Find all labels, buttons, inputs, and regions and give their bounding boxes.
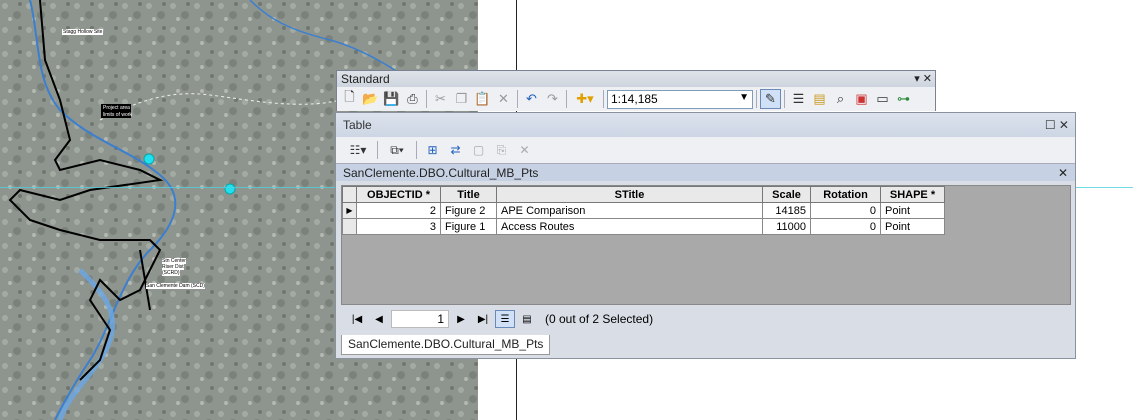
toolbar-window-controls[interactable]: ▾ ✕ xyxy=(914,71,932,87)
map-label-limits: limits of work xyxy=(103,112,132,118)
arcmap-window: Stagg Hollow Site Project area limits of… xyxy=(0,0,1133,420)
table-of-contents-icon[interactable]: ☰ xyxy=(788,89,809,109)
cell-scale[interactable]: 14185 xyxy=(762,202,811,219)
next-record-icon[interactable]: ▶ xyxy=(451,314,471,325)
last-record-icon[interactable]: ▶| xyxy=(473,314,493,325)
table-window-controls[interactable]: ☐ ✕ xyxy=(1045,113,1069,137)
toolbar-separator xyxy=(784,90,785,108)
close-icon[interactable]: ✕ xyxy=(1058,164,1068,182)
cell-title[interactable]: Figure 2 xyxy=(440,202,497,219)
attribute-table: OBJECTID * Title STitle Scale Rotation S… xyxy=(342,186,945,235)
standard-toolbar-buttons: 🗋 📂 💾 ⎙ ✂ ❐ 📋 ✕ ↶ ↷ ✚▾ 1:14,185 ▼ ✎ ☰ ▤ xyxy=(337,87,935,111)
cell-shape[interactable]: Point xyxy=(880,218,945,235)
toolbar-separator xyxy=(416,141,417,159)
column-header-shape[interactable]: SHAPE * xyxy=(880,186,945,203)
cell-rotation[interactable]: 0 xyxy=(810,202,881,219)
table-tab-header: SanClemente.DBO.Cultural_MB_Pts ✕ xyxy=(336,163,1075,181)
cell-rotation[interactable]: 0 xyxy=(810,218,881,235)
map-scale-combo[interactable]: 1:14,185 ▼ xyxy=(607,89,753,109)
new-document-icon[interactable]: 🗋 xyxy=(339,89,360,109)
show-all-records-icon[interactable]: ☰ xyxy=(495,310,515,328)
editor-toolbar-icon[interactable]: ✎ xyxy=(760,89,781,109)
select-by-attributes-icon[interactable]: ⊞ xyxy=(422,140,443,160)
toolbar-separator xyxy=(377,141,378,159)
row-selector-header[interactable] xyxy=(342,186,357,203)
add-data-icon[interactable]: ✚▾ xyxy=(570,89,600,109)
first-record-icon[interactable]: |◀ xyxy=(347,314,367,325)
map-scale-value: 1:14,185 xyxy=(611,92,658,106)
switch-selection-icon[interactable]: ⇄ xyxy=(445,140,466,160)
selection-status: (0 out of 2 Selected) xyxy=(545,312,654,326)
save-icon[interactable]: 💾 xyxy=(381,89,402,109)
cell-shape[interactable]: Point xyxy=(880,202,945,219)
table-row[interactable]: 3 Figure 1 Access Routes 11000 0 Point xyxy=(342,218,945,235)
table-window-title-bar[interactable]: Table ☐ ✕ xyxy=(336,113,1075,137)
clear-selection-icon[interactable]: ▢ xyxy=(468,140,489,160)
redo-icon[interactable]: ↷ xyxy=(542,89,563,109)
map-label-scrd: (SCRD) xyxy=(162,270,180,276)
standard-toolbar: Standard ▾ ✕ 🗋 📂 💾 ⎙ ✂ ❐ 📋 ✕ ↶ ↷ ✚▾ 1:14… xyxy=(336,70,936,111)
cell-objectid[interactable]: 3 xyxy=(356,218,441,235)
catalog-icon[interactable]: ▤ xyxy=(809,89,830,109)
undo-icon[interactable]: ↶ xyxy=(521,89,542,109)
toolbar-title-text: Standard xyxy=(341,72,390,86)
current-record-input[interactable]: 1 xyxy=(391,310,449,328)
cell-scale[interactable]: 11000 xyxy=(762,218,811,235)
column-header-objectid[interactable]: OBJECTID * xyxy=(356,186,441,203)
table-window-title: Table xyxy=(343,118,372,132)
delete-icon[interactable]: ✕ xyxy=(514,140,535,160)
chevron-down-icon[interactable]: ▼ xyxy=(739,92,749,103)
cell-stitle[interactable]: Access Routes xyxy=(496,218,763,235)
column-header-stitle[interactable]: STitle xyxy=(496,186,763,203)
table-header-row: OBJECTID * Title STitle Scale Rotation S… xyxy=(342,186,945,203)
row-selector[interactable] xyxy=(342,218,357,235)
search-window-icon[interactable]: ⌕ xyxy=(830,89,851,109)
column-header-scale[interactable]: Scale xyxy=(762,186,811,203)
open-folder-icon[interactable]: 📂 xyxy=(360,89,381,109)
cell-title[interactable]: Figure 1 xyxy=(440,218,497,235)
map-label-project-area: Project area xyxy=(103,105,130,111)
standard-toolbar-title[interactable]: Standard ▾ ✕ xyxy=(337,71,935,87)
toolbar-separator xyxy=(426,90,427,108)
toolbar-separator xyxy=(566,90,567,108)
previous-record-icon[interactable]: ◀ xyxy=(369,314,389,325)
cell-objectid[interactable]: 2 xyxy=(356,202,441,219)
table-toolbar: ☷▾ ⧉▾ ⊞ ⇄ ▢ ⎘ ✕ xyxy=(336,137,1075,163)
paste-icon[interactable]: 📋 xyxy=(472,89,493,109)
arctoolbox-icon[interactable]: ▣ xyxy=(851,89,872,109)
attribute-table-area[interactable]: OBJECTID * Title STitle Scale Rotation S… xyxy=(341,185,1071,305)
toolbar-separator xyxy=(517,90,518,108)
delete-selected-icon[interactable]: ⎘ xyxy=(491,140,512,160)
cell-stitle[interactable]: APE Comparison xyxy=(496,202,763,219)
related-tables-icon[interactable]: ⧉▾ xyxy=(383,140,411,160)
toolbar-separator xyxy=(756,90,757,108)
row-selector-current-icon[interactable]: ▶ xyxy=(342,202,357,219)
print-icon[interactable]: ⎙ xyxy=(402,89,423,109)
model-builder-icon[interactable]: ⊶ xyxy=(893,89,914,109)
toolbar-separator xyxy=(603,90,604,108)
table-row[interactable]: ▶ 2 Figure 2 APE Comparison 14185 0 Poin… xyxy=(342,202,945,219)
copy-icon[interactable]: ❐ xyxy=(451,89,472,109)
map-label-staging: Stagg Hollow Site xyxy=(62,29,104,35)
table-name: SanClemente.DBO.Cultural_MB_Pts xyxy=(343,166,539,180)
map-label-clemente: San Clemente Dam (SCD) xyxy=(146,283,205,289)
table-options-icon[interactable]: ☷▾ xyxy=(344,140,372,160)
python-window-icon[interactable]: ▭ xyxy=(872,89,893,109)
record-navigation-bar: |◀ ◀ 1 ▶ ▶| ☰ ▤ (0 out of 2 Selected) xyxy=(341,308,1071,330)
cut-icon[interactable]: ✂ xyxy=(430,89,451,109)
delete-icon[interactable]: ✕ xyxy=(493,89,514,109)
column-header-rotation[interactable]: Rotation xyxy=(810,186,881,203)
column-header-title[interactable]: Title xyxy=(440,186,497,203)
table-window: Table ☐ ✕ ☷▾ ⧉▾ ⊞ ⇄ ▢ ⎘ ✕ SanClemente.DB… xyxy=(335,112,1076,359)
table-tab[interactable]: SanClemente.DBO.Cultural_MB_Pts xyxy=(341,335,551,355)
show-selected-records-icon[interactable]: ▤ xyxy=(517,310,537,328)
